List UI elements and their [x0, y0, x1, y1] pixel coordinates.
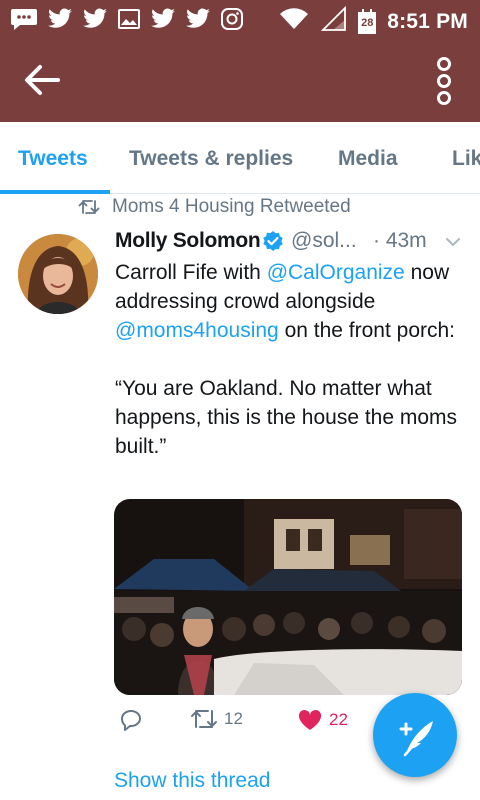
instagram-icon [220, 7, 244, 36]
app-bar [0, 38, 480, 122]
verified-badge-icon [263, 231, 283, 251]
back-button[interactable] [20, 60, 64, 100]
mention-link[interactable]: @CalOrganize [267, 261, 405, 284]
profile-tabs: Tweets Tweets & replies Media Lik [0, 122, 480, 194]
tweet-quote: “You are Oakland. No matter what happens… [115, 377, 458, 458]
more-options-button[interactable] [434, 56, 454, 106]
heart-icon [298, 709, 322, 730]
retweet-icon [191, 710, 217, 728]
chevron-down-icon[interactable] [445, 234, 461, 250]
retweet-label: Moms 4 Housing Retweeted [112, 196, 351, 217]
system-status: 28 8:51 PM [279, 5, 468, 38]
retweet-count: 12 [224, 709, 243, 728]
wifi-icon [279, 7, 309, 37]
image-icon [117, 8, 141, 35]
retweet-icon [78, 200, 100, 214]
calendar-day: 28 [361, 17, 374, 29]
tweet-paragraph: Carroll Fife with @CalOrganize now addre… [115, 258, 467, 345]
twitter-bird-icon [150, 8, 176, 35]
tweet-text: Carroll Fife with @CalOrganize now addre… [115, 258, 467, 461]
twitter-bird-icon [82, 8, 108, 35]
tab-tweets-and-replies[interactable]: Tweets & replies [129, 147, 293, 171]
compose-tweet-icon [399, 721, 433, 757]
like-button[interactable]: 22 [297, 708, 348, 732]
author-avatar[interactable] [18, 234, 98, 314]
tweet-text-part: Carroll Fife with [115, 261, 267, 284]
chat-bubble-icon [10, 7, 38, 36]
reply-button[interactable] [119, 708, 149, 732]
like-count: 22 [329, 710, 348, 729]
arrow-left-icon [25, 65, 60, 95]
mention-link[interactable]: @moms4housing [115, 319, 279, 342]
tweet-text-part: on the front porch: [278, 319, 456, 342]
more-vertical-icon [437, 57, 451, 105]
compose-tweet-button[interactable] [373, 693, 457, 777]
tab-likes[interactable]: Lik [452, 147, 480, 171]
calendar-icon: 28 [357, 9, 377, 35]
retweet-context[interactable]: Moms 4 Housing Retweeted [78, 196, 351, 218]
tweet-header: Molly Solomon @sol... · 43m [115, 229, 467, 259]
reply-icon [121, 710, 141, 731]
author-name[interactable]: Molly Solomon [115, 229, 261, 253]
author-handle[interactable]: @sol... [291, 229, 357, 253]
signal-icon [319, 5, 347, 38]
twitter-bird-icon [185, 8, 211, 35]
tab-tweets[interactable]: Tweets [18, 147, 88, 171]
active-tab-indicator [0, 190, 110, 194]
tab-media[interactable]: Media [338, 147, 398, 171]
clock: 8:51 PM [387, 10, 468, 33]
tweet-photo[interactable] [114, 499, 462, 695]
tweet-time[interactable]: · 43m [373, 229, 427, 253]
notification-icons [10, 7, 244, 36]
show-thread-link[interactable]: Show this thread [114, 769, 270, 793]
twitter-bird-icon [47, 8, 73, 35]
retweet-button[interactable]: 12 [190, 708, 243, 730]
status-bar: 28 8:51 PM [0, 0, 480, 38]
